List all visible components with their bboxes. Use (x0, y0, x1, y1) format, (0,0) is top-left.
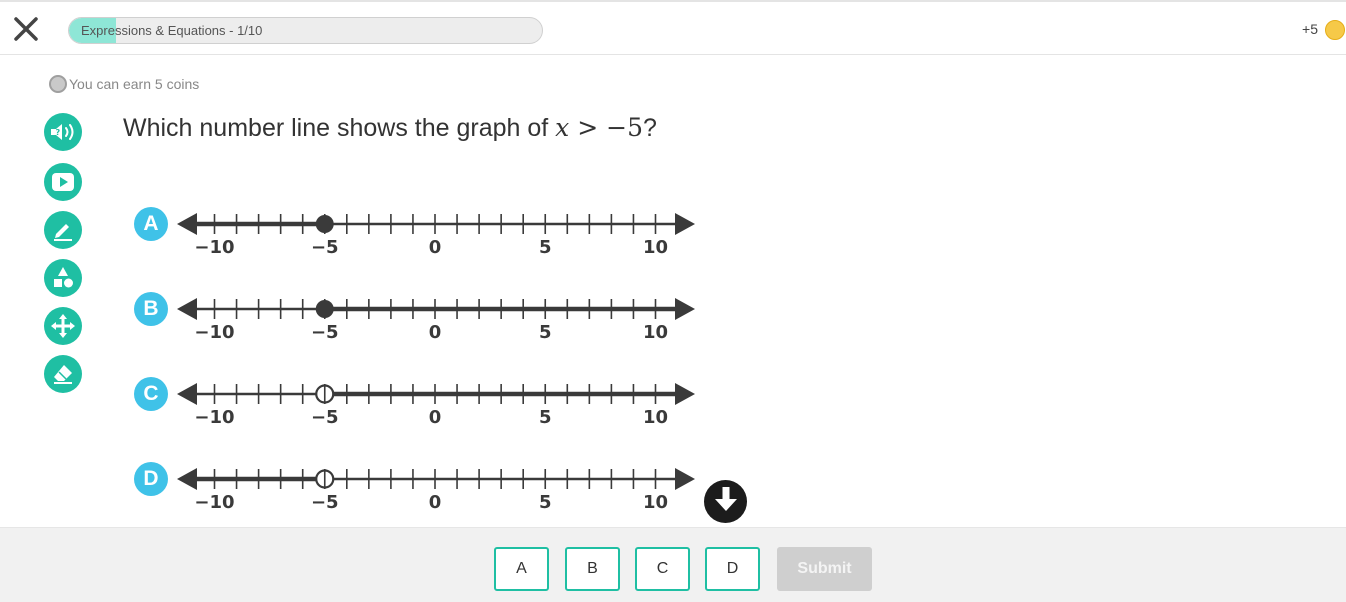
question-suffix: ? (642, 114, 657, 142)
tick-label: 10 (643, 322, 668, 343)
tick-label: 5 (539, 407, 552, 428)
read-aloud-button[interactable]: ? (44, 113, 82, 151)
pencil-button[interactable] (44, 211, 82, 249)
tick-label: 5 (539, 237, 552, 258)
question-text: Which number line shows the graph of x >… (123, 113, 657, 143)
earn-coins-note: You can earn 5 coins (49, 75, 199, 93)
move-button[interactable] (44, 307, 82, 345)
shapes-button[interactable] (44, 259, 82, 297)
tick-label: −10 (194, 407, 234, 428)
move-icon (51, 314, 75, 338)
tick-label: 10 (643, 492, 668, 513)
axis-arrow-left (177, 298, 197, 320)
read-aloud-icon: ? (49, 121, 77, 143)
tick-label: 0 (429, 237, 442, 258)
submit-button[interactable]: Submit (777, 547, 872, 591)
coin-outline-icon (49, 75, 67, 93)
coins-count: +5 (1302, 21, 1318, 37)
header-bar: Expressions & Equations - 1/10 +5 (0, 0, 1346, 55)
question-prefix: Which number line shows the graph of (123, 114, 556, 142)
coin-icon (1325, 20, 1345, 40)
number-line-c[interactable]: −10 −5 0 5 10 (172, 364, 702, 428)
tick-label: −10 (194, 492, 234, 513)
number-line-b[interactable]: −10 −5 0 5 10 (172, 279, 702, 343)
earn-coins-text: You can earn 5 coins (69, 76, 200, 92)
svg-text:?: ? (56, 128, 61, 137)
axis-arrow-right (675, 468, 695, 490)
tick-label: 5 (539, 322, 552, 343)
answer-button-d[interactable]: D (705, 547, 760, 591)
eraser-icon (51, 363, 75, 385)
app: Expressions & Equations - 1/10 +5 You ca… (0, 0, 1346, 602)
option-badge-b[interactable]: B (134, 292, 168, 326)
eraser-button[interactable] (44, 355, 82, 393)
question-variable: x (555, 113, 570, 142)
pencil-icon (51, 218, 75, 242)
tick-label: 0 (429, 322, 442, 343)
tick-label: 10 (643, 237, 668, 258)
video-button[interactable] (44, 163, 82, 201)
tick-label: −10 (194, 322, 234, 343)
tick-label: 0 (429, 492, 442, 513)
number-line-d[interactable]: −10 −5 0 5 10 (172, 449, 702, 513)
closed-point (315, 215, 334, 233)
tick-label: −10 (194, 237, 234, 258)
progress-label: Expressions & Equations - 1/10 (81, 23, 263, 38)
tick-label: −5 (311, 407, 339, 428)
answer-footer: A B C D Submit (0, 527, 1346, 602)
axis-arrow-left (177, 383, 197, 405)
option-badge-d[interactable]: D (134, 462, 168, 496)
tick-label: 5 (539, 492, 552, 513)
answer-button-b[interactable]: B (565, 547, 620, 591)
arrow-down-icon (713, 485, 739, 518)
closed-point (315, 300, 334, 318)
tick-label: −5 (311, 237, 339, 258)
question-math: x > −5 (555, 113, 643, 142)
close-icon[interactable] (12, 15, 40, 43)
number-line-a[interactable]: −10 −5 0 5 10 (172, 194, 702, 258)
shapes-icon (51, 266, 75, 290)
scroll-down-button[interactable] (704, 480, 747, 523)
tick-label: 0 (429, 407, 442, 428)
axis-arrow-right (675, 213, 695, 235)
tick-label: −5 (311, 492, 339, 513)
option-badge-a[interactable]: A (134, 207, 168, 241)
tick-label: 10 (643, 407, 668, 428)
answer-button-c[interactable]: C (635, 547, 690, 591)
progress-bar: Expressions & Equations - 1/10 (68, 17, 543, 44)
tick-label: −5 (311, 322, 339, 343)
video-icon (51, 172, 75, 192)
question-relation: > −5 (569, 113, 643, 142)
option-badge-c[interactable]: C (134, 377, 168, 411)
answer-button-a[interactable]: A (494, 547, 549, 591)
